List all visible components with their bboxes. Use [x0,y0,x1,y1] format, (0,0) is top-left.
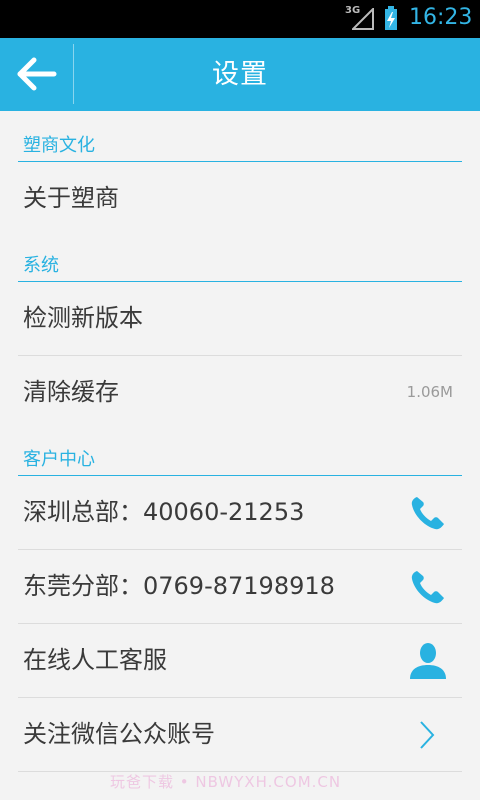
clock: 16:23 [409,5,473,30]
phone-icon[interactable] [408,567,448,607]
row-label: 东莞分部：0769-87198918 [23,572,335,600]
row-label: 清除缓存 [23,378,119,406]
about-row[interactable]: 关于塑商 [18,162,462,235]
shenzhen-hotline-row[interactable]: 深圳总部：40060-21253 [18,476,462,550]
wechat-follow-row[interactable]: 关注微信公众账号 [18,698,462,772]
check-update-row[interactable]: 检测新版本 [18,282,462,356]
title-bar: 设置 [0,38,480,111]
section-header-culture: 塑商文化 [18,135,462,162]
chevron-right-icon [420,721,435,749]
online-service-row[interactable]: 在线人工客服 [18,624,462,698]
battery-icon [385,6,397,30]
cache-size: 1.06M [406,383,453,401]
phone-icon[interactable] [408,493,448,533]
status-bar: 3G 16:23 [0,0,480,38]
watermark: 玩爸下载 • NBWYXH.COM.CN [110,773,342,791]
row-label: 检测新版本 [23,304,143,332]
row-label: 深圳总部：40060-21253 [23,498,305,526]
row-label: 在线人工客服 [23,646,167,674]
person-icon[interactable] [408,641,448,681]
row-label: 关注微信公众账号 [23,720,215,748]
clear-cache-row[interactable]: 清除缓存 1.06M [18,356,462,429]
signal-icon [352,8,374,30]
section-header-system: 系统 [18,255,462,282]
dongguan-hotline-row[interactable]: 东莞分部：0769-87198918 [18,550,462,624]
row-label: 关于塑商 [23,184,119,212]
section-header-customer: 客户中心 [18,449,462,476]
settings-list[interactable]: 塑商文化 关于塑商 系统 检测新版本 清除缓存 1.06M 客户中心 深圳总部：… [0,111,480,800]
page-title: 设置 [212,59,268,90]
